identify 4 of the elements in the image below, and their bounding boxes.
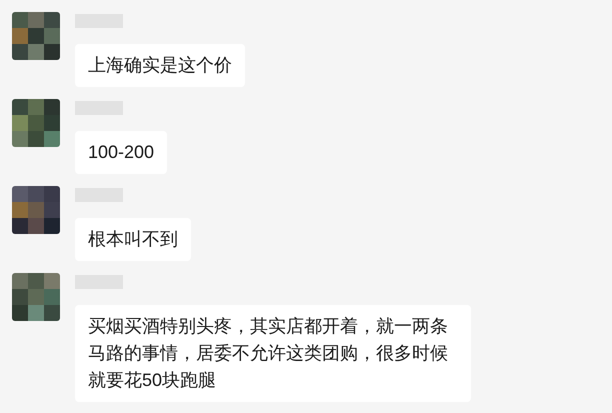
message-bubble: 根本叫不到	[75, 218, 191, 261]
message-bubble: 上海确实是这个价	[75, 44, 245, 87]
message-bubble: 买烟买酒特别头疼，其实店都开着，就一两条马路的事情，居委不允许这类团购，很多时候就要花50块跑腿	[75, 305, 471, 402]
message-bubble: 100-200	[75, 131, 168, 174]
